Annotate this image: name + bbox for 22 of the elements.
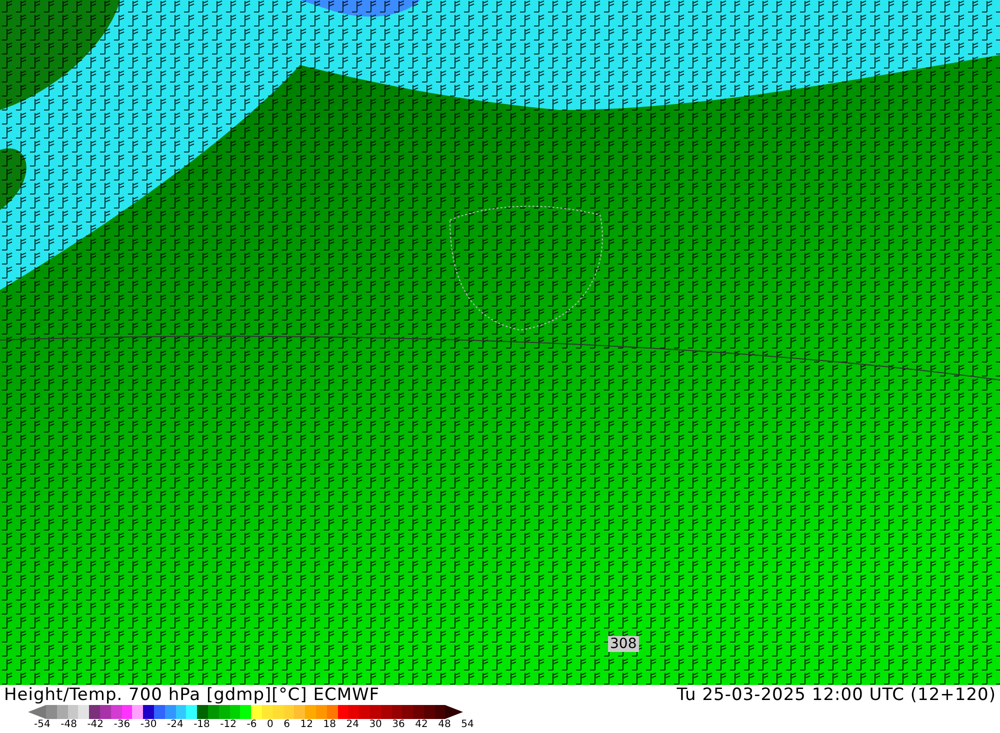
colorbar-tick-label: 42 xyxy=(415,719,428,731)
colorbar-tick-label: -24 xyxy=(166,719,184,731)
colorbar-tick-label: -54 xyxy=(34,719,50,731)
colorbar-tick-label: -48 xyxy=(60,719,77,731)
colorbar-tick-label: 36 xyxy=(392,719,405,731)
colorbar-tick-label: 24 xyxy=(346,719,359,731)
colorbar-tick-label: 54 xyxy=(461,719,474,731)
valid-time: Tu 25-03-2025 12:00 UTC (12+120) xyxy=(676,685,996,705)
colorbar-tick-label: 30 xyxy=(369,719,382,731)
colorbar-tick-label: 48 xyxy=(438,719,451,731)
colorbar-tick-label: 0 xyxy=(266,719,274,731)
colorbar-tick-label: 18 xyxy=(323,719,336,731)
map-title: Height/Temp. 700 hPa [gdmp][°C] ECMWF xyxy=(4,685,380,705)
colorbar-tick-label: -36 xyxy=(114,719,130,731)
colorbar-tick-label: 12 xyxy=(300,719,313,731)
colorbar-tick-label: -42 xyxy=(87,719,104,731)
colorbar-tick-label: -12 xyxy=(220,719,236,731)
colorbar-tick-label: -30 xyxy=(140,719,157,731)
contour-label: 308 xyxy=(608,636,639,652)
colorbar-tick-label: -18 xyxy=(194,719,210,731)
colorbar-tick-label: -6 xyxy=(246,719,257,731)
colorbar-tick-label: 6 xyxy=(284,719,290,731)
